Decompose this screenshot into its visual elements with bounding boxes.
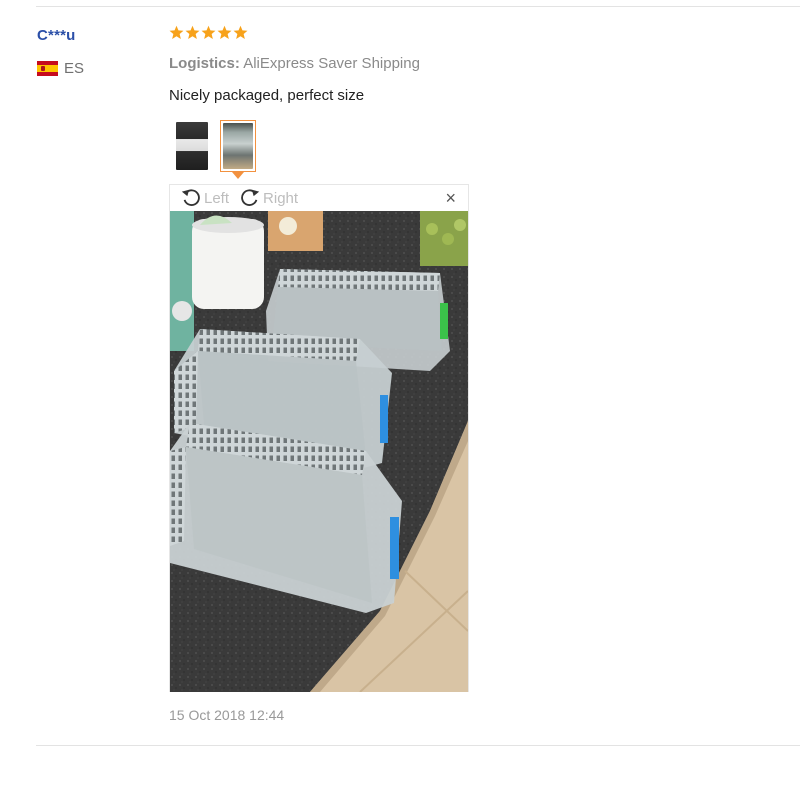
review-thumbnail-active[interactable] xyxy=(220,120,256,179)
review-body: Logistics: AliExpress Saver Shipping Nic… xyxy=(169,25,420,179)
reviewer-info: C***u ES xyxy=(37,27,84,77)
bottom-divider xyxy=(36,745,800,746)
rotate-left-label: Left xyxy=(204,189,230,207)
rotate-left-button[interactable]: Left xyxy=(180,187,229,209)
top-divider xyxy=(36,6,800,7)
rotate-left-icon xyxy=(181,189,200,206)
logistics-value: AliExpress Saver Shipping xyxy=(243,55,420,72)
star-icon xyxy=(185,25,200,40)
review-text: Nicely packaged, perfect size xyxy=(169,87,365,104)
review-thumbnails xyxy=(174,120,256,179)
reviewer-name: C***u xyxy=(37,27,76,44)
star-icon xyxy=(217,25,232,40)
star-icon xyxy=(201,25,216,40)
logistics-info: Logistics: AliExpress Saver Shipping xyxy=(169,55,420,72)
spain-flag-icon xyxy=(37,61,58,76)
thumbnail-image xyxy=(223,123,253,169)
review-photo xyxy=(170,211,468,692)
close-icon[interactable]: × xyxy=(445,189,456,207)
review-thumbnail[interactable] xyxy=(174,120,210,172)
thumbnail-image xyxy=(176,122,208,170)
image-viewer: Left Right × xyxy=(169,184,469,692)
rotate-right-icon xyxy=(241,189,260,206)
viewer-toolbar: Left Right × xyxy=(170,185,468,211)
reviewer-country: ES xyxy=(37,60,84,77)
star-rating xyxy=(169,25,248,40)
star-icon xyxy=(233,25,248,40)
logistics-label: Logistics: xyxy=(169,55,240,72)
rotate-right-label: Right xyxy=(263,189,299,207)
review-date: 15 Oct 2018 12:44 xyxy=(169,707,285,723)
active-caret-icon xyxy=(232,172,244,179)
star-icon xyxy=(169,25,184,40)
country-code: ES xyxy=(64,60,85,77)
rotate-right-button[interactable]: Right xyxy=(239,187,298,209)
storage-baskets-photo xyxy=(170,211,468,692)
